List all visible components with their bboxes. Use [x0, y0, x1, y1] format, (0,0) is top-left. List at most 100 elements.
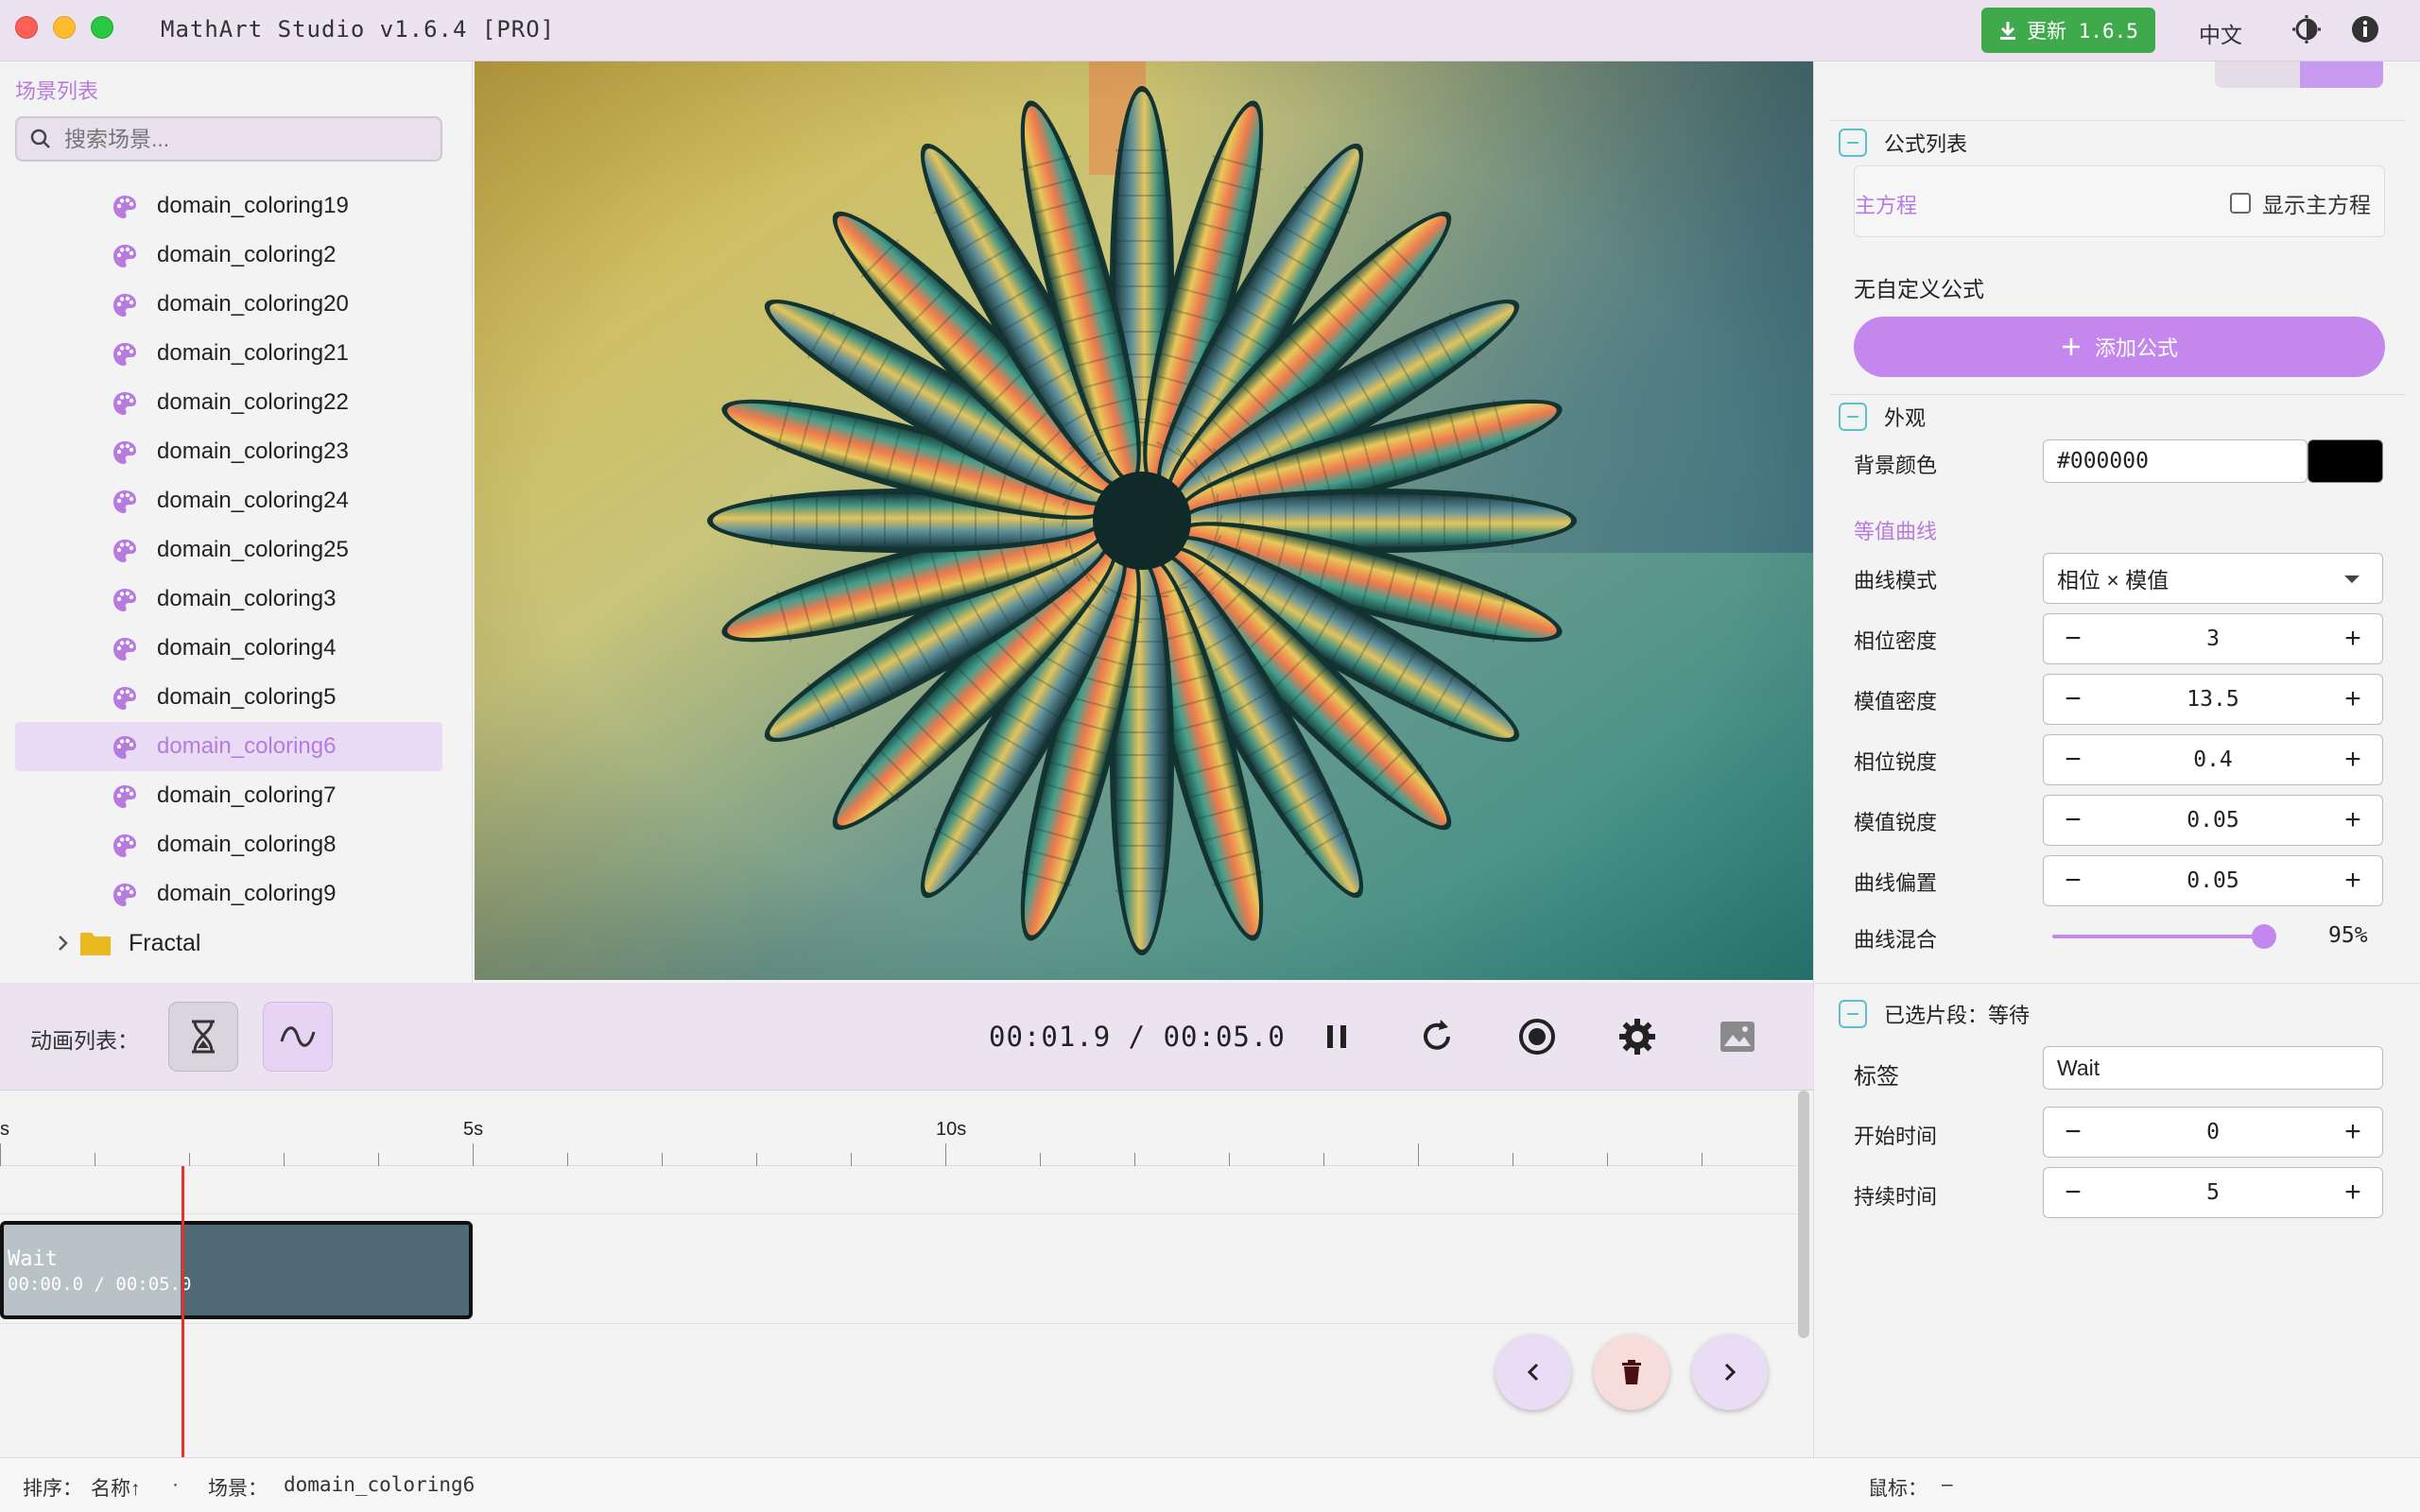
record-icon[interactable] — [1516, 1016, 1558, 1057]
window-minimize-button[interactable] — [53, 16, 76, 39]
formula-section-header[interactable]: 公式列表 — [1839, 128, 1967, 158]
selected-clip-header[interactable]: 已选片段：等待 — [1839, 999, 2030, 1029]
window-close-button[interactable] — [15, 16, 38, 39]
scene-list-item[interactable]: domain_coloring6 — [15, 722, 442, 771]
language-button[interactable]: 中文 — [2199, 17, 2242, 49]
stepper-value[interactable]: 0.05 — [2187, 868, 2238, 893]
collapse-icon[interactable] — [1839, 129, 1867, 157]
stepper-label: 曲线偏置 — [1854, 871, 1938, 895]
status-bar: 排序： 名称↑ · 场景： domain_coloring6 鼠标： – — [0, 1457, 2420, 1512]
scene-list-item[interactable]: domain_coloring7 — [15, 771, 442, 820]
stepper-value[interactable]: 0.4 — [2193, 747, 2233, 772]
show-main-equation-checkbox[interactable] — [2230, 193, 2251, 214]
tag-input[interactable]: Wait — [2043, 1046, 2383, 1090]
increment-button[interactable]: + — [2341, 683, 2365, 715]
chevron-left-icon — [1527, 1363, 1539, 1382]
scene-list-item[interactable]: domain_coloring25 — [15, 525, 442, 575]
blend-slider[interactable] — [2052, 935, 2275, 938]
decrement-button[interactable]: − — [2061, 683, 2085, 715]
decrement-button[interactable]: − — [2061, 865, 2085, 897]
start-time-stepper[interactable]: − 0 + — [2043, 1107, 2383, 1158]
pause-icon[interactable] — [1316, 1016, 1357, 1057]
scene-list-item[interactable]: domain_coloring8 — [15, 820, 442, 869]
scene-list-item[interactable]: domain_coloring20 — [15, 280, 442, 329]
time-display: 00:01.9 / 00:05.0 — [989, 1021, 1286, 1053]
gear-icon[interactable] — [1616, 1016, 1658, 1057]
main-equation-box: 主方程 显示主方程 — [1854, 165, 2385, 237]
increment-button[interactable]: + — [2341, 865, 2365, 897]
scene-list-item[interactable]: domain_coloring4 — [15, 624, 442, 673]
stepper-value[interactable]: 0.05 — [2187, 808, 2238, 833]
decrement-button[interactable]: − — [2061, 744, 2085, 776]
playhead[interactable] — [182, 1166, 184, 1457]
scene-list-item[interactable]: domain_coloring5 — [15, 673, 442, 722]
show-main-equation-toggle[interactable]: 显示主方程 — [2230, 187, 2371, 219]
stepper-value[interactable]: 13.5 — [2187, 687, 2238, 712]
increment-button[interactable]: + — [2341, 744, 2365, 776]
image-export-icon[interactable] — [1717, 1016, 1758, 1057]
scene-list-item[interactable]: domain_coloring19 — [15, 181, 442, 231]
window-maximize-button[interactable] — [91, 16, 113, 39]
palette-icon — [113, 392, 136, 415]
duration-value[interactable]: 5 — [2206, 1180, 2220, 1205]
scene-list-item[interactable]: domain_coloring9 — [15, 869, 442, 919]
curve-mode-select[interactable]: 相位 × 模值 — [2043, 553, 2383, 604]
curve-animation-button[interactable] — [263, 1002, 333, 1072]
chevron-right-icon[interactable] — [51, 932, 74, 954]
stepper-value[interactable]: 3 — [2206, 627, 2220, 651]
increment-button[interactable]: + — [2341, 1177, 2365, 1209]
value-stepper[interactable]: − 0.05 + — [2043, 795, 2383, 846]
ruler-tick-label: s — [0, 1119, 9, 1140]
decrement-button[interactable]: − — [2061, 1177, 2085, 1209]
theme-toggle-icon[interactable] — [2291, 14, 2322, 44]
timeline-ruler[interactable]: s 5s 10s — [0, 1091, 1796, 1166]
timeline-scrollbar[interactable] — [1798, 1091, 1809, 1338]
add-formula-button[interactable]: 添加公式 — [1854, 317, 2385, 377]
duration-stepper[interactable]: − 5 + — [2043, 1167, 2383, 1218]
panel-tab-strip[interactable] — [2215, 61, 2383, 88]
clip-title: Wait — [8, 1247, 58, 1271]
timeline-clip[interactable]: Wait 00:00.0 / 00:05.0 — [0, 1221, 473, 1319]
delete-clip-button[interactable] — [1594, 1334, 1669, 1410]
collapse-icon[interactable] — [1839, 403, 1867, 431]
increment-button[interactable]: + — [2341, 804, 2365, 836]
scene-list-item[interactable]: domain_coloring22 — [15, 378, 442, 427]
decrement-button[interactable]: − — [2061, 804, 2085, 836]
search-box[interactable] — [15, 116, 442, 162]
search-input[interactable] — [64, 126, 424, 152]
scene-list-item[interactable]: domain_coloring24 — [15, 476, 442, 525]
render-canvas[interactable] — [475, 61, 1813, 980]
collapse-icon[interactable] — [1839, 1000, 1867, 1028]
appearance-section-title: 外观 — [1884, 406, 1927, 430]
scene-list-item[interactable]: domain_coloring23 — [15, 427, 442, 476]
scene-list-item[interactable]: domain_coloring21 — [15, 329, 442, 378]
value-stepper[interactable]: − 0.4 + — [2043, 734, 2383, 785]
folder-item-fractal[interactable]: Fractal — [15, 919, 442, 968]
info-icon[interactable] — [2350, 14, 2380, 44]
update-button[interactable]: 更新 1.6.5 — [1981, 8, 2155, 53]
scene-list-item-label: domain_coloring19 — [157, 193, 349, 218]
start-time-value[interactable]: 0 — [2206, 1120, 2220, 1144]
value-stepper[interactable]: − 13.5 + — [2043, 674, 2383, 725]
wait-animation-button[interactable] — [168, 1002, 238, 1072]
decrement-button[interactable]: − — [2061, 623, 2085, 655]
next-clip-button[interactable] — [1692, 1334, 1768, 1410]
restart-icon[interactable] — [1416, 1016, 1458, 1057]
animation-list-label: 动画列表： — [30, 1028, 139, 1053]
timeline[interactable]: s 5s 10s Wait 00:00.0 / 00:05.0 — [0, 1091, 1813, 1457]
sidebar-title: 场景列表 — [15, 79, 99, 103]
bg-color-input[interactable]: #000000 — [2043, 439, 2308, 483]
scene-label: 场景： — [208, 1478, 268, 1500]
value-stepper[interactable]: − 3 + — [2043, 613, 2383, 664]
sort-value[interactable]: 名称↑ — [91, 1473, 141, 1502]
value-stepper[interactable]: − 0.05 + — [2043, 855, 2383, 906]
prev-clip-button[interactable] — [1495, 1334, 1571, 1410]
bg-color-swatch[interactable] — [2308, 439, 2383, 483]
increment-button[interactable]: + — [2341, 623, 2365, 655]
decrement-button[interactable]: − — [2061, 1116, 2085, 1148]
scene-list-item[interactable]: domain_coloring3 — [15, 575, 442, 624]
appearance-section-header[interactable]: 外观 — [1839, 402, 1926, 432]
increment-button[interactable]: + — [2341, 1116, 2365, 1148]
blend-slider-thumb[interactable] — [2252, 924, 2277, 949]
scene-list-item[interactable]: domain_coloring2 — [15, 231, 442, 280]
